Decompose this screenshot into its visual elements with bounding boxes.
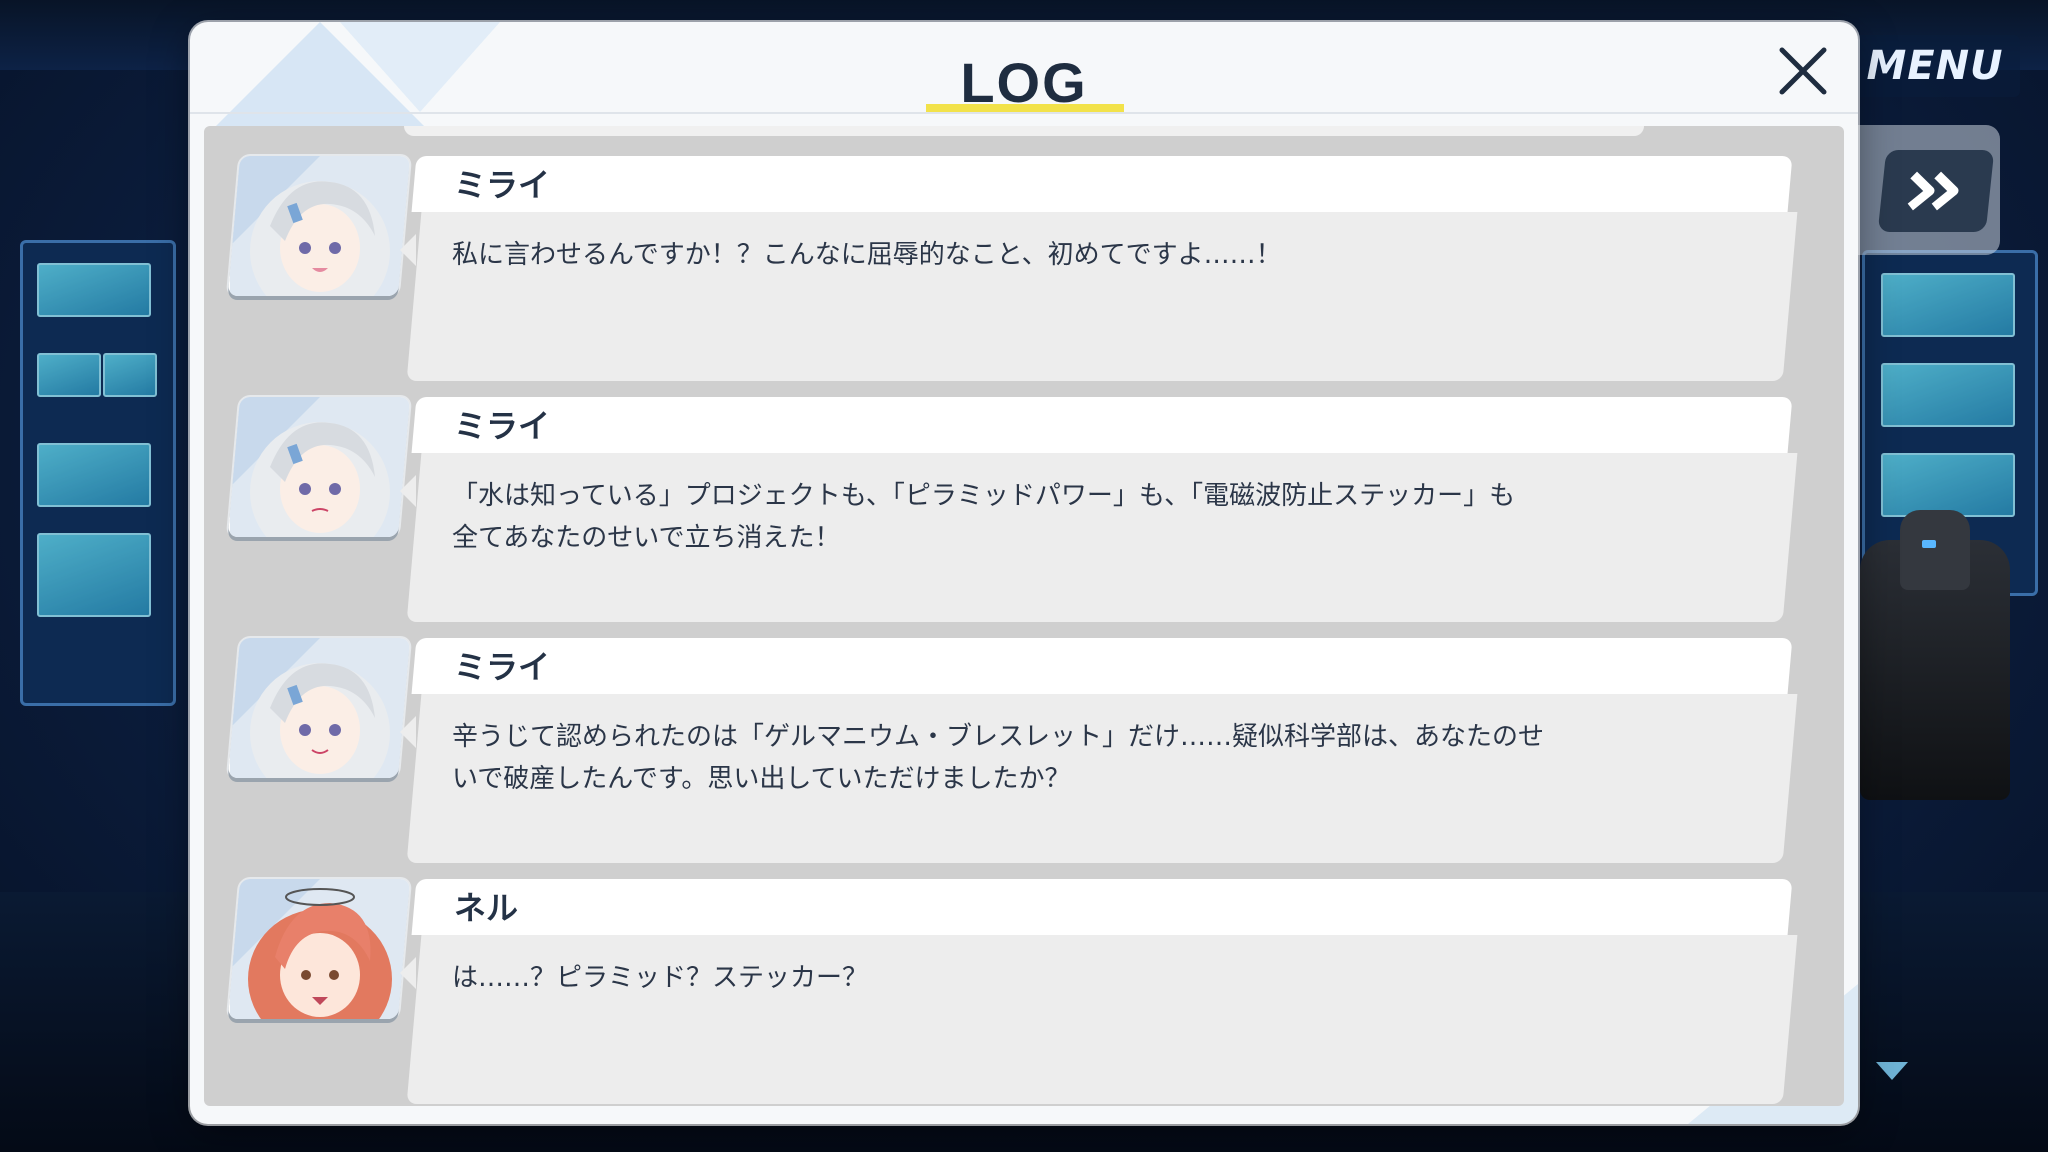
neru-avatar-icon <box>230 879 410 1019</box>
robot-eye <box>1922 540 1936 548</box>
log-list[interactable]: ミライ 私に言わせるんですか！？こんなに屈辱的なこと、初めてですよ……！ ミライ… <box>204 126 1844 1106</box>
speaker-name: ミライ <box>454 407 551 445</box>
dialogue-text: 「水は知っている」プロジェクトも、「ピラミッドパワー」も、「電磁波防止ステッカー… <box>452 481 1516 553</box>
neru-portrait <box>227 879 411 1019</box>
speaker-bar <box>411 156 1793 212</box>
mirai-portrait <box>227 638 411 778</box>
double-chevron-right-icon <box>1907 171 1959 211</box>
dialogue-text: 私に言わせるんですか！？こんなに屈辱的なこと、初めてですよ……！ <box>452 240 1282 270</box>
speaker-bar <box>411 638 1793 694</box>
monitor-screen <box>37 533 151 617</box>
log-dialog: LOG ミライ 私に言わせるんですか！？こんなに屈辱的なこと、初めてですよ……！… <box>190 22 1858 1124</box>
monitor-screen <box>37 263 151 317</box>
monitor-screen <box>37 353 101 397</box>
robot-figure <box>1860 510 2010 800</box>
log-entry: ミライ 辛うじて認められたのは「ゲルマニウム・ブレスレット」だけ……疑似科学部は… <box>204 638 1844 868</box>
dialogue-bubble: ネル は……？ピラミッド？ステッカー？ <box>400 879 1804 1104</box>
dialogue-text: は……？ピラミッド？ステッカー？ <box>452 963 869 993</box>
title-underline <box>926 104 1124 112</box>
monitor-screen <box>1881 273 2015 337</box>
bubble-pointer <box>400 234 416 266</box>
previous-entry-edge <box>404 126 1644 136</box>
speaker-bar <box>411 879 1793 935</box>
menu-button[interactable]: MENU <box>1850 35 2020 97</box>
bubble-pointer <box>400 957 416 989</box>
mirai-avatar-icon <box>230 156 410 296</box>
log-entry: ネル は……？ピラミッド？ステッカー？ <box>204 879 1844 1106</box>
monitor-screen <box>1881 453 2015 517</box>
dialogue-text: 辛うじて認められたのは「ゲルマニウム・ブレスレット」だけ……疑似科学部は、あなた… <box>452 722 1545 794</box>
speaker-name: ミライ <box>454 166 551 204</box>
left-monitor-bank <box>20 240 176 706</box>
fast-forward-button[interactable] <box>1877 150 1995 232</box>
dialogue-bubble: ミライ 辛うじて認められたのは「ゲルマニウム・ブレスレット」だけ……疑似科学部は… <box>400 638 1804 863</box>
close-icon <box>1779 47 1827 95</box>
bubble-pointer <box>400 716 416 748</box>
speaker-name: ミライ <box>454 648 551 686</box>
speaker-name: ネル <box>454 889 519 927</box>
monitor-screen <box>1881 363 2015 427</box>
monitor-screen <box>37 443 151 507</box>
log-entry: ミライ 「水は知っている」プロジェクトも、「ピラミッドパワー」も、「電磁波防止ス… <box>204 397 1844 627</box>
mirai-portrait <box>227 156 411 296</box>
scroll-down-arrow-icon[interactable] <box>1876 1062 1908 1080</box>
log-entry: ミライ 私に言わせるんですか！？こんなに屈辱的なこと、初めてですよ……！ <box>204 156 1844 386</box>
bubble-pointer <box>400 475 416 507</box>
close-button[interactable] <box>1768 36 1838 106</box>
mirai-portrait <box>227 397 411 537</box>
robot-head <box>1900 510 1970 590</box>
speaker-bar <box>411 397 1793 453</box>
dialogue-bubble: ミライ 私に言わせるんですか！？こんなに屈辱的なこと、初めてですよ……！ <box>400 156 1804 381</box>
header-divider <box>190 112 1858 114</box>
dialogue-bubble: ミライ 「水は知っている」プロジェクトも、「ピラミッドパワー」も、「電磁波防止ス… <box>400 397 1804 622</box>
mirai-avatar-icon <box>230 638 410 778</box>
monitor-screen <box>103 353 157 397</box>
mirai-avatar-icon <box>230 397 410 537</box>
